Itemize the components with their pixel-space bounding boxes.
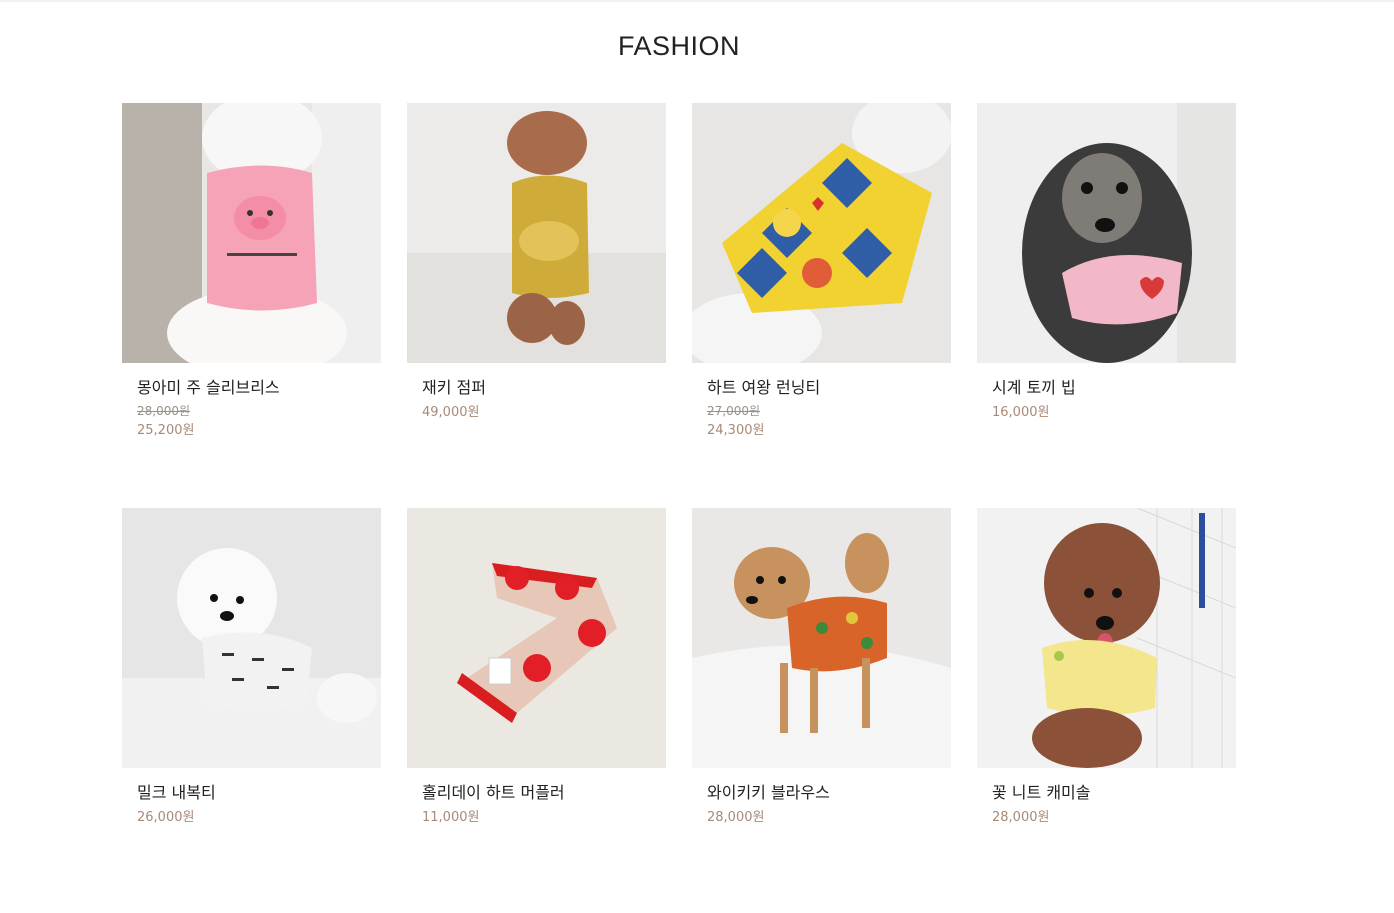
milk-tee-bichon-photo[interactable]: [122, 508, 381, 768]
product-grid: 몽아미 주 슬리브리스 28,000원 25,200원 재키 점퍼 49,000…: [122, 103, 1238, 913]
product-name[interactable]: 꽃 니트 캐미솔: [992, 781, 1236, 805]
original-price: 27,000원: [707, 404, 761, 418]
heart-muffler-photo[interactable]: [407, 508, 666, 768]
sale-price: 25,200원: [137, 423, 195, 438]
product-card[interactable]: 와이키키 블라우스 28,000원: [692, 508, 951, 913]
yellow-jumper-poodle-photo[interactable]: [407, 103, 666, 363]
product-name[interactable]: 몽아미 주 슬리브리스: [137, 376, 381, 400]
sale-price: 28,000원: [992, 810, 1050, 825]
section-title: FASHION: [617, 31, 741, 61]
product-card[interactable]: 밀크 내복티 26,000원: [122, 508, 381, 913]
product-card[interactable]: 하트 여왕 런닝티 27,000원 24,300원: [692, 103, 951, 508]
sale-price: 16,000원: [992, 405, 1050, 420]
product-card[interactable]: 꽃 니트 캐미솔 28,000원: [977, 508, 1236, 913]
sale-price: 28,000원: [707, 810, 765, 825]
sale-price: 11,000원: [422, 810, 480, 825]
product-name[interactable]: 와이키키 블라우스: [707, 781, 951, 805]
product-card[interactable]: 홀리데이 하트 머플러 11,000원: [407, 508, 666, 913]
product-name[interactable]: 하트 여왕 런닝티: [707, 376, 951, 400]
flower-knit-camisole-poodle-photo[interactable]: [977, 508, 1236, 768]
heart-queen-running-tee-photo[interactable]: [692, 103, 951, 363]
waikiki-blouse-pomeranian-photo[interactable]: [692, 508, 951, 768]
product-name[interactable]: 홀리데이 하트 머플러: [422, 781, 666, 805]
sale-price: 26,000원: [137, 810, 195, 825]
pink-pig-sleeveless-dog-photo[interactable]: [122, 103, 381, 363]
product-card[interactable]: 시계 토끼 빕 16,000원: [977, 103, 1236, 508]
product-name[interactable]: 재키 점퍼: [422, 376, 666, 400]
product-card[interactable]: 재키 점퍼 49,000원: [407, 103, 666, 508]
top-divider: [0, 0, 1394, 2]
rabbit-bib-terrier-photo[interactable]: [977, 103, 1236, 363]
original-price: 28,000원: [137, 404, 191, 418]
product-name[interactable]: 시계 토끼 빕: [992, 376, 1236, 400]
sale-price: 49,000원: [422, 405, 480, 420]
sale-price: 24,300원: [707, 423, 765, 438]
product-name[interactable]: 밀크 내복티: [137, 781, 381, 805]
product-card[interactable]: 몽아미 주 슬리브리스 28,000원 25,200원: [122, 103, 381, 508]
